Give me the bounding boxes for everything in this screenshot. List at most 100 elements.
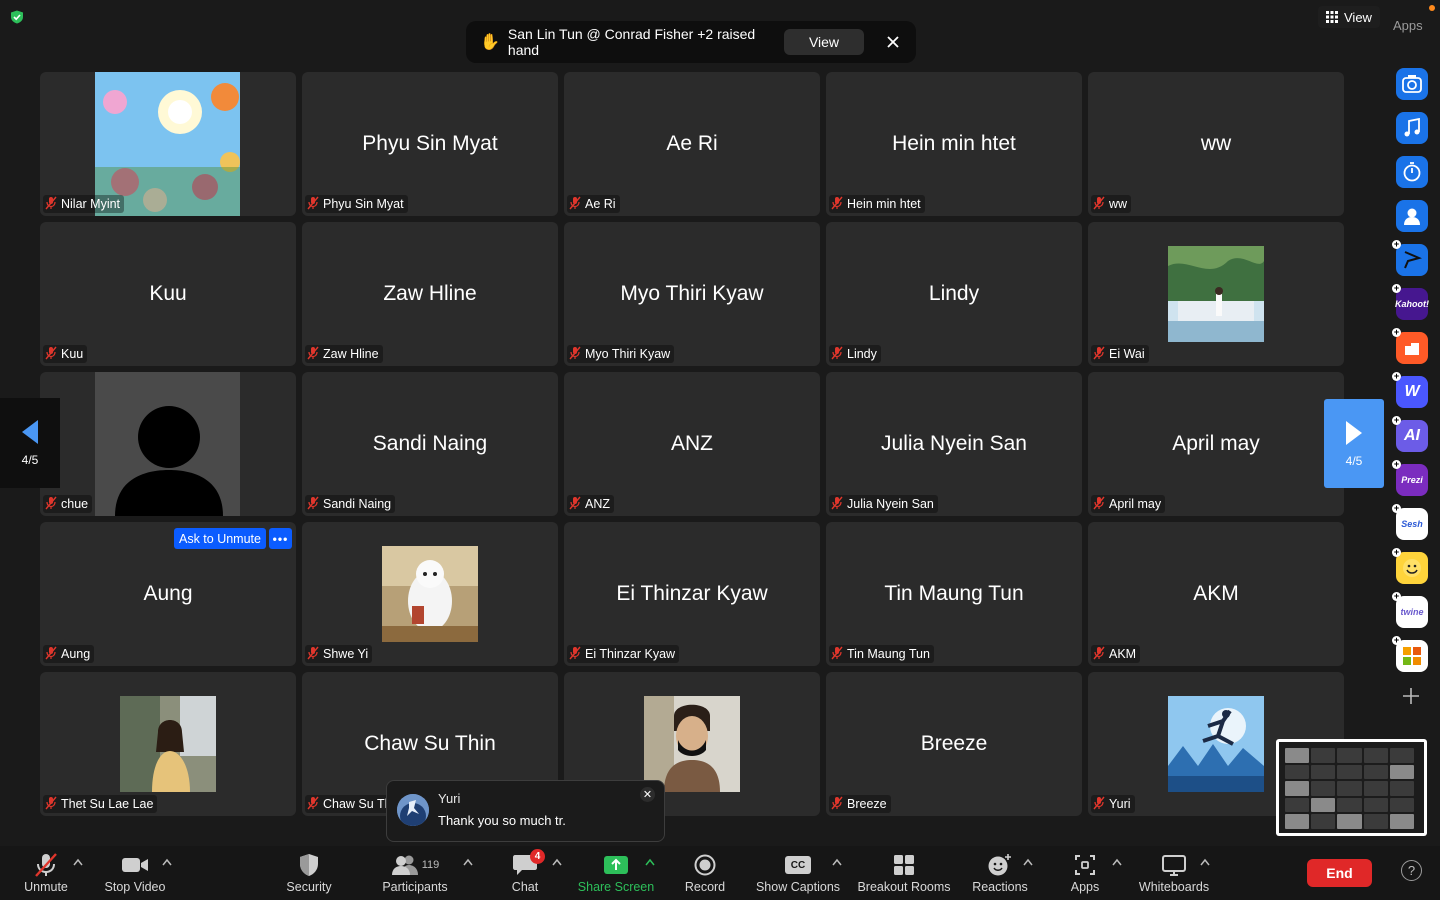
thumbnail-cell (1311, 748, 1336, 763)
chat-preview-popup[interactable]: Yuri Thank you so much tr. ✕ (386, 780, 665, 842)
emoji-app-icon[interactable]: + (1392, 548, 1428, 584)
participant-nametag: Aung (43, 645, 95, 663)
stop-video-button[interactable]: Stop Video (100, 846, 170, 900)
more-options-icon[interactable]: ••• (268, 528, 292, 549)
muted-mic-icon (831, 796, 843, 813)
flag-app-icon[interactable]: + (1392, 240, 1428, 276)
participant-nametag: Ei Thinzar Kyaw (567, 645, 680, 663)
sesh-app-icon[interactable]: Sesh + (1392, 504, 1428, 540)
ask-to-unmute-button[interactable]: Ask to Unmute (174, 528, 266, 549)
prezi-app-icon[interactable]: Prezi + (1392, 460, 1428, 496)
participant-nametag: Nilar Myint (43, 195, 125, 213)
participant-tile[interactable]: Sandi Naing Sandi Naing (302, 372, 558, 516)
participant-tile[interactable]: ANZ ANZ (564, 372, 820, 516)
chat-sender-avatar (397, 794, 429, 826)
participant-tile[interactable]: Ei Thinzar Kyaw Ei Thinzar Kyaw (564, 522, 820, 666)
participant-tile[interactable]: Lindy Lindy (826, 222, 1082, 366)
show-captions-button[interactable]: CC Show Captions (754, 846, 842, 900)
participant-tile[interactable]: chue (40, 372, 296, 516)
participant-tile[interactable]: Ei Wai (1088, 222, 1344, 366)
self-view-thumbnail[interactable] (1276, 739, 1427, 836)
meeting-toolbar: Unmute Stop Video Security 119 Participa… (0, 846, 1440, 900)
chat-unread-badge: 4 (530, 849, 545, 864)
video-options-caret-icon[interactable] (162, 858, 172, 866)
reactions-options-caret-icon[interactable] (1023, 858, 1033, 866)
thumbnail-cell (1389, 781, 1414, 796)
participant-tile[interactable]: Aung Ask to Unmute ••• Aung (40, 522, 296, 666)
reactions-button[interactable]: Reactions (970, 846, 1030, 900)
chat-options-caret-icon[interactable] (552, 858, 562, 866)
banner-close-icon[interactable] (884, 33, 902, 51)
participant-tile[interactable]: Julia Nyein San Julia Nyein San (826, 372, 1082, 516)
participant-tile[interactable]: Nilar Myint (40, 72, 296, 216)
ai-app-icon[interactable]: AI + (1392, 416, 1428, 452)
end-meeting-button[interactable]: End (1307, 859, 1372, 887)
encryption-shield-icon[interactable] (10, 10, 24, 24)
whiteboards-button[interactable]: Whiteboards (1136, 846, 1212, 900)
music-app-icon[interactable] (1396, 112, 1428, 144)
apps-panel-label[interactable]: Apps (1393, 18, 1423, 33)
breakout-rooms-button[interactable]: Breakout Rooms (856, 846, 952, 900)
kahoot-app-icon[interactable]: Kahoot! + (1392, 284, 1429, 320)
next-page-button[interactable]: 4/5 (1324, 399, 1384, 488)
participant-tile[interactable]: Hein min htet Hein min htet (826, 72, 1082, 216)
sidebar-app-label: AI (1404, 427, 1420, 444)
camera-app-icon[interactable] (1396, 68, 1428, 100)
participant-tile[interactable]: Zaw Hline Zaw Hline (302, 222, 558, 366)
participant-tile[interactable]: Shwe Yi (302, 522, 558, 666)
participant-tile[interactable]: Myo Thiri Kyaw Myo Thiri Kyaw (564, 222, 820, 366)
breakout-rooms-label: Breakout Rooms (857, 880, 951, 894)
thumbnail-cell (1363, 797, 1388, 813)
muted-mic-icon (831, 346, 843, 363)
participant-tile[interactable]: Breeze Breeze (826, 672, 1082, 816)
chat-label: Chat (511, 880, 539, 894)
participant-tile[interactable]: Tin Maung Tun Tin Maung Tun (826, 522, 1082, 666)
participant-nametag: Hein min htet (829, 195, 925, 213)
participant-tile[interactable]: Ae Ri Ae Ri (564, 72, 820, 216)
add-app-plus-icon[interactable] (1401, 686, 1421, 706)
captions-options-caret-icon[interactable] (832, 858, 842, 866)
thumbnail-cell (1285, 764, 1310, 780)
participant-tile[interactable]: Phyu Sin Myat Phyu Sin Myat (302, 72, 558, 216)
record-button[interactable]: Record (682, 846, 728, 900)
add-badge-icon: + (1392, 371, 1401, 381)
thumbnail-cell (1389, 814, 1414, 829)
muted-mic-icon (307, 496, 319, 513)
reactions-label: Reactions (972, 880, 1028, 894)
participant-name-label: Aung (61, 647, 91, 661)
whiteboards-options-caret-icon[interactable] (1200, 858, 1210, 866)
share-options-caret-icon[interactable] (645, 858, 655, 866)
participants-button[interactable]: 119 Participants (378, 846, 452, 900)
twine-app-icon[interactable]: twine + (1392, 592, 1428, 628)
muted-mic-icon (307, 796, 319, 813)
avatar-app-icon[interactable] (1396, 200, 1428, 232)
participant-tile[interactable]: April may April may (1088, 372, 1344, 516)
unmute-button[interactable]: Unmute (22, 846, 70, 900)
view-mode-button[interactable]: View (1318, 6, 1380, 28)
participant-name-label: April may (1109, 497, 1162, 511)
wooclap-app-icon[interactable]: W + (1392, 372, 1428, 408)
previous-page-button[interactable]: 4/5 (0, 398, 60, 488)
share-screen-button[interactable]: Share Screen (576, 846, 656, 900)
participant-tile[interactable]: AKM AKM (1088, 522, 1344, 666)
participants-options-caret-icon[interactable] (463, 858, 473, 866)
participant-tile[interactable]: Thet Su Lae Lae (40, 672, 296, 816)
reactions-smiley-icon (987, 852, 1013, 878)
timer-app-icon[interactable] (1396, 156, 1428, 188)
apps-button[interactable]: Apps (1065, 846, 1105, 900)
chat-preview-close-icon[interactable]: ✕ (640, 787, 655, 802)
muted-mic-icon (45, 646, 57, 663)
add-badge-icon: + (1392, 459, 1401, 469)
grid-app-icon[interactable]: + (1392, 636, 1428, 672)
apps-options-caret-icon[interactable] (1112, 858, 1122, 866)
muted-mic-icon (831, 496, 843, 513)
security-button[interactable]: Security (280, 846, 338, 900)
muted-mic-icon (1093, 196, 1105, 213)
help-question-icon[interactable]: ? (1401, 860, 1422, 881)
participant-tile[interactable]: Kuu Kuu (40, 222, 296, 366)
banner-view-button[interactable]: View (784, 29, 864, 55)
audio-options-caret-icon[interactable] (73, 858, 83, 866)
participant-tile[interactable]: ww ww (1088, 72, 1344, 216)
add-badge-icon: + (1392, 327, 1401, 337)
orange-app-icon[interactable]: + (1392, 328, 1428, 364)
